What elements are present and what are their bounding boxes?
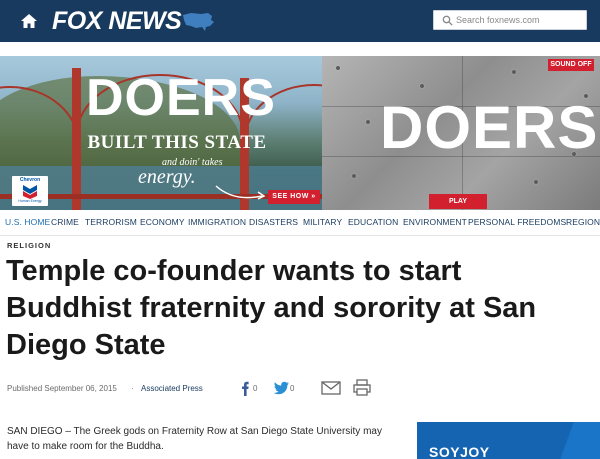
nav-item-crime[interactable]: CRIME (51, 217, 79, 227)
nav-divider (0, 235, 600, 236)
rivet (366, 120, 370, 124)
ad-headline-right: DOERS (380, 94, 599, 161)
rivet (352, 174, 356, 178)
nav-item-economy[interactable]: ECONOMY (140, 217, 185, 227)
sidebar-ad[interactable]: SOYJOY (417, 422, 600, 459)
nav-item-disasters[interactable]: DISASTERS (249, 217, 298, 227)
search-box[interactable] (433, 10, 587, 30)
sponsor-logo[interactable]: Chevron Human Energy (12, 176, 48, 206)
nav-item-region[interactable]: REGION (566, 217, 600, 227)
meta-separator: · (131, 384, 134, 393)
email-icon[interactable] (321, 381, 341, 395)
nav-item-terrorism[interactable]: TERRORISM (85, 217, 137, 227)
play-button[interactable]: PLAY (429, 194, 487, 209)
facebook-share-count: 0 (253, 384, 258, 393)
article-body-intro: SAN DIEGO – The Greek gods on Fraternity… (7, 426, 382, 452)
home-icon[interactable] (20, 12, 38, 30)
twitter-share-count: 0 (290, 384, 295, 393)
sidebar-ad-brand: SOYJOY (429, 444, 490, 459)
print-icon[interactable] (353, 379, 371, 396)
ad-banner[interactable]: DOERS BUILT THIS STATE and doin' takes e… (0, 56, 600, 210)
see-how-button[interactable]: SEE HOW » (268, 190, 320, 204)
us-map-icon (183, 13, 214, 31)
article-source[interactable]: Associated Press (141, 384, 203, 393)
rivet (420, 84, 424, 88)
rivet (512, 70, 516, 74)
rivet (336, 66, 340, 70)
nav-item-environment[interactable]: ENVIRONMENT (403, 217, 467, 227)
nav-item-immigration[interactable]: IMMIGRATION (188, 217, 246, 227)
ad-headline-left: DOERS (86, 69, 276, 127)
ad-tag-large: energy. (138, 166, 196, 188)
nav-item-us-home[interactable]: U.S. HOME (5, 217, 50, 227)
arrow-icon (215, 185, 266, 200)
search-icon (442, 15, 453, 26)
publish-date: Published September 06, 2015 (7, 384, 117, 393)
ad-left-panel[interactable]: DOERS BUILT THIS STATE and doin' takes e… (0, 56, 322, 210)
rivet (534, 180, 538, 184)
nav-item-personal-freedoms[interactable]: PERSONAL FREEDOMS (468, 217, 566, 227)
sponsor-tagline: Human Energy (18, 199, 42, 203)
nav-item-education[interactable]: EDUCATION (348, 217, 398, 227)
chevron-logo-icon (23, 185, 37, 199)
article-headline: Temple co-founder wants to start Buddhis… (6, 255, 537, 361)
ad-subline: BUILT THIS STATE (87, 132, 267, 153)
section-nav: U.S. HOME CRIME TERRORISM ECONOMY IMMIGR… (0, 217, 600, 231)
ad-right-panel[interactable]: DOERS SOUND OFF PLAY (322, 56, 600, 210)
site-header: FOX NEWS (0, 0, 600, 42)
nav-item-military[interactable]: MILITARY (303, 217, 342, 227)
search-input[interactable] (456, 11, 584, 29)
sound-off-button[interactable]: SOUND OFF (548, 59, 594, 71)
ad-stripe (560, 422, 600, 459)
site-logo[interactable]: FOX NEWS (52, 7, 182, 36)
article-category[interactable]: RELIGION (7, 241, 51, 250)
